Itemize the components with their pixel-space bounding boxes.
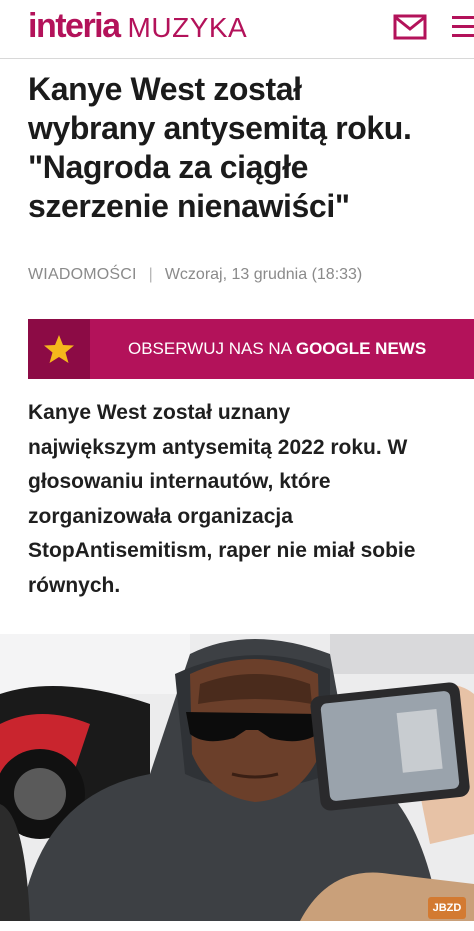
category-link[interactable]: WIADOMOŚCI (28, 266, 137, 284)
star-icon (44, 335, 74, 363)
site-logo[interactable]: interia MUZYKA (28, 6, 247, 46)
banner-text: OBSERWUJ NAS NA GOOGLE NEWS (128, 319, 426, 379)
menu-button[interactable] (448, 12, 474, 42)
lead-line: StopAntisemitism, raper nie miał sobie (28, 539, 416, 562)
headline-line: wybrany antysemitą roku. (28, 110, 412, 146)
mail-button[interactable] (392, 12, 428, 42)
headline-line: szerzenie nienawiści" (28, 188, 350, 224)
banner-highlight: GOOGLE NEWS (295, 339, 427, 358)
site-header: interia MUZYKA (0, 0, 474, 59)
star-box (28, 319, 90, 379)
mail-icon (393, 14, 427, 40)
lead-line: zorganizowała organizacja (28, 504, 293, 528)
banner-prefix: OBSERWUJ NAS NA (128, 339, 296, 358)
article-photo[interactable]: JBZD (0, 634, 474, 921)
article-headline: Kanye West został wybrany antysemitą rok… (28, 70, 474, 226)
meta-separator: | (148, 266, 153, 283)
lead-line: równych. (28, 573, 121, 597)
logo-brand: interia (28, 7, 121, 45)
publish-date: Wczoraj, 13 grudnia (18:33) (164, 266, 363, 283)
article-meta: WIADOMOŚCI | Wczoraj, 13 grudnia (18:33) (28, 266, 362, 284)
google-news-follow-banner[interactable]: OBSERWUJ NAS NA GOOGLE NEWS (28, 319, 474, 379)
photo-illustration (0, 634, 474, 921)
headline-line: Kanye West został (28, 71, 302, 107)
article-lead: Kanye West został uznany największym ant… (28, 396, 474, 603)
logo-section: MUZYKA (127, 12, 248, 43)
lead-line: największym antysemitą 2022 roku. W (28, 435, 408, 459)
lead-line: Kanye West został uznany (28, 401, 291, 424)
headline-line: "Nagroda za ciągłe (28, 149, 309, 185)
lead-line: głosowaniu internautów, które (28, 470, 331, 493)
hamburger-menu-icon (452, 16, 474, 37)
jbzd-watermark: JBZD (428, 897, 466, 919)
